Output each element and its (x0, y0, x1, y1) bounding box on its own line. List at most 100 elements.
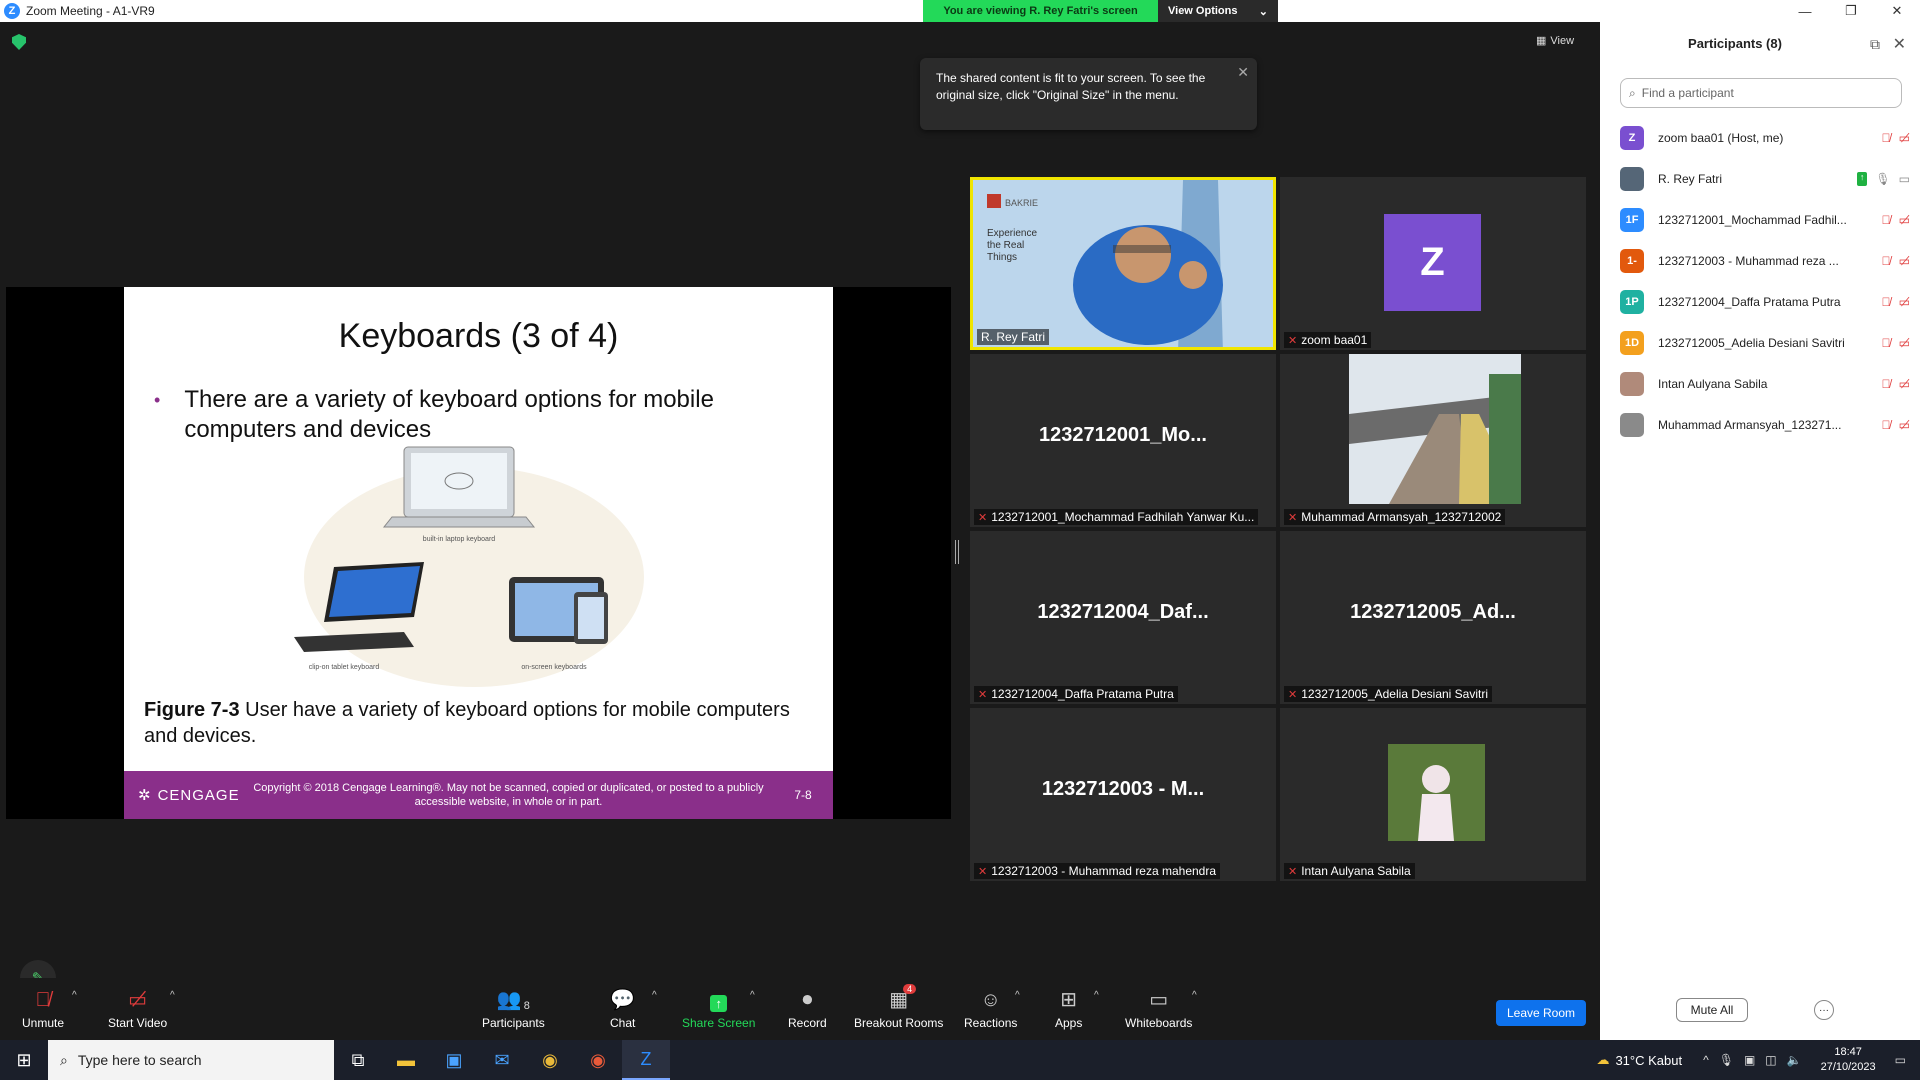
window-controls: — ❐ ✕ (1782, 0, 1920, 22)
video-tile-host[interactable]: Z ✕ zoom baa01 (1280, 177, 1586, 350)
bullet-dot-icon: • (154, 390, 161, 410)
participant-row[interactable]: Muhammad Armansyah_123271... 🎙̸ ▭̸ (1620, 404, 1910, 445)
record-icon: ⏺ (802, 989, 813, 1011)
security-shield-icon[interactable] (12, 34, 26, 50)
video-tile-intan[interactable]: ✕ Intan Aulyana Sabila (1280, 708, 1586, 881)
cengage-brand: ✲ CENGAGE (124, 786, 244, 805)
meeting-main-area: ▦ View The shared content is fit to your… (0, 22, 1600, 1040)
video-off-icon[interactable]: ▭̸ (1899, 213, 1910, 227)
file-explorer-icon[interactable]: ▬ (382, 1040, 430, 1080)
participant-row[interactable]: 1- 1232712003 - Muhammad reza ... 🎙̸ ▭̸ (1620, 240, 1910, 281)
video-tile-1232712001[interactable]: 1232712001_Mo... ✕ 1232712001_Mochammad … (970, 354, 1276, 527)
share-options-caret[interactable]: ^ (750, 990, 755, 1001)
more-options-button[interactable]: ··· (1814, 1000, 1834, 1020)
mic-muted-icon[interactable]: 🎙̸ (1882, 336, 1891, 350)
minimize-button[interactable]: — (1782, 0, 1828, 22)
brand-name: CENGAGE (157, 786, 240, 804)
participant-name: zoom baa01 (Host, me) (1658, 130, 1784, 145)
mic-muted-icon[interactable]: 🎙̸ (1882, 131, 1891, 145)
system-tray: ☁ 31°C Kabut ^ 🎙 ▣ ◫ 🔈 18:47 27/10/2023 … (1596, 1040, 1920, 1080)
close-window-button[interactable]: ✕ (1874, 0, 1920, 22)
start-video-button[interactable]: ▭̸ Start Video (108, 986, 167, 1030)
close-icon[interactable]: ✕ (1237, 64, 1249, 81)
view-button[interactable]: ▦ View (1536, 34, 1574, 48)
task-view-icon[interactable]: ⧉ (334, 1040, 382, 1080)
apps-caret[interactable]: ^ (1094, 990, 1099, 1001)
avatar (1388, 744, 1485, 841)
video-tile-1232712003[interactable]: 1232712003 - M... ✕ 1232712003 - Muhamma… (970, 708, 1276, 881)
mic-muted-icon[interactable]: 🎙̸ (1882, 254, 1891, 268)
chat-button[interactable]: 💬 Chat (610, 986, 635, 1030)
participant-row[interactable]: 1D 1232712005_Adelia Desiani Savitri 🎙̸ ▭… (1620, 322, 1910, 363)
video-off-icon[interactable]: ▭̸ (1899, 131, 1910, 145)
video-tile-1232712004[interactable]: 1232712004_Daf... ✕ 1232712004_Daffa Pra… (970, 531, 1276, 704)
camera-icon[interactable]: ▣ (1744, 1053, 1755, 1067)
tile-name: 1232712001_Mochammad Fadhilah Yanwar Ku.… (991, 510, 1255, 524)
taskbar-search-input[interactable]: ⌕ Type here to search (48, 1040, 334, 1080)
participant-status: 🎙̸ ▭̸ (1882, 377, 1910, 391)
apps-button[interactable]: ⊞ Apps (1055, 986, 1082, 1030)
tile-name: R. Rey Fatri (981, 330, 1046, 344)
zoom-taskbar-icon[interactable]: Z (622, 1040, 670, 1080)
mic-icon[interactable]: 🎙 (1875, 172, 1890, 186)
video-options-caret[interactable]: ^ (170, 990, 175, 1001)
audio-options-caret[interactable]: ^ (72, 990, 77, 1001)
store-icon[interactable]: ▣ (430, 1040, 478, 1080)
participant-status: 🎙̸ ▭̸ (1882, 295, 1910, 309)
windows-start-icon[interactable]: ⊞ (0, 1040, 48, 1080)
video-off-icon[interactable]: ▭̸ (1899, 418, 1910, 432)
panel-footer: Mute All ··· (1600, 982, 1920, 1040)
mail-icon[interactable]: ✉ (478, 1040, 526, 1080)
participant-row[interactable]: Z zoom baa01 (Host, me) 🎙̸ ▭̸ (1620, 117, 1910, 158)
mute-all-button[interactable]: Mute All (1676, 998, 1748, 1022)
share-screen-button[interactable]: ↑ Share Screen (682, 986, 755, 1030)
close-panel-icon[interactable]: ✕ (1893, 34, 1906, 54)
avatar: 1- (1620, 248, 1644, 273)
view-options-button[interactable]: View Options ⌄ (1158, 0, 1278, 22)
mic-muted-icon[interactable]: 🎙̸ (1882, 295, 1891, 309)
whiteboards-button[interactable]: ▭ Whiteboards (1125, 986, 1192, 1030)
record-button[interactable]: ⏺ Record (788, 986, 827, 1030)
video-off-icon[interactable]: ▭̸ (1899, 377, 1910, 391)
chevron-up-icon[interactable]: ^ (1703, 1053, 1709, 1067)
chat-options-caret[interactable]: ^ (652, 990, 657, 1001)
chrome-icon[interactable]: ◉ (526, 1040, 574, 1080)
participant-row[interactable]: Intan Aulyana Sabila 🎙̸ ▭̸ (1620, 363, 1910, 404)
breakout-rooms-icon: ▦ 4 (889, 984, 917, 1012)
participant-search-input[interactable]: ⌕ Find a participant (1620, 78, 1902, 108)
clock[interactable]: 18:47 27/10/2023 (1821, 1045, 1876, 1075)
mic-icon[interactable]: 🎙 (1719, 1053, 1734, 1067)
slide-bullet: • There are a variety of keyboard option… (154, 385, 794, 445)
participants-button[interactable]: 👥 8 Participants (482, 986, 545, 1030)
reactions-caret[interactable]: ^ (1015, 990, 1020, 1001)
network-icon[interactable]: ◫ (1765, 1053, 1776, 1067)
reactions-button[interactable]: ☺ Reactions (964, 986, 1017, 1030)
weather-widget[interactable]: ☁ 31°C Kabut (1596, 1052, 1682, 1068)
participant-row[interactable]: 1F 1232712001_Mochammad Fadhil... 🎙̸ ▭̸ (1620, 199, 1910, 240)
mic-muted-icon[interactable]: 🎙̸ (1882, 213, 1891, 227)
mic-muted-icon[interactable]: 🎙̸ (1882, 377, 1891, 391)
popout-icon[interactable]: ⧉ (1870, 36, 1880, 53)
video-icon[interactable]: ▭ (1899, 172, 1910, 186)
notifications-icon[interactable]: ▭ (1895, 1053, 1906, 1067)
participant-row[interactable]: 1P 1232712004_Daffa Pratama Putra 🎙̸ ▭̸ (1620, 281, 1910, 322)
breakout-rooms-button[interactable]: ▦ 4 Breakout Rooms (854, 984, 943, 1030)
video-off-icon[interactable]: ▭̸ (1899, 336, 1910, 350)
mic-muted-icon[interactable]: 🎙̸ (1882, 418, 1891, 432)
splitter-handle[interactable] (955, 540, 959, 564)
participant-row[interactable]: R. Rey Fatri ↑ 🎙 ▭ (1620, 158, 1910, 199)
restore-button[interactable]: ❐ (1828, 0, 1874, 22)
whiteboards-caret[interactable]: ^ (1192, 990, 1197, 1001)
windows-taskbar: ⊞ ⌕ Type here to search ⧉ ▬ ▣ ✉ ◉ ◉ Z ☁ … (0, 1040, 1920, 1080)
chrome-profile-icon[interactable]: ◉ (574, 1040, 622, 1080)
participant-name: 1232712004_Daffa Pratama Putra (1658, 294, 1841, 309)
unmute-button[interactable]: 🎙̸ Unmute (22, 986, 64, 1030)
video-off-icon[interactable]: ▭̸ (1899, 295, 1910, 309)
video-tile-armansyah[interactable]: ✕ Muhammad Armansyah_1232712002 (1280, 354, 1586, 527)
video-tile-1232712005[interactable]: 1232712005_Ad... ✕ 1232712005_Adelia Des… (1280, 531, 1586, 704)
video-tile-speaker[interactable]: BAKRIE Experience the Real Things R. Rey… (970, 177, 1276, 350)
volume-icon[interactable]: 🔈 (1787, 1053, 1802, 1067)
taskbar-search-placeholder: Type here to search (77, 1052, 202, 1068)
video-off-icon[interactable]: ▭̸ (1899, 254, 1910, 268)
leave-room-button[interactable]: Leave Room (1496, 1000, 1586, 1026)
